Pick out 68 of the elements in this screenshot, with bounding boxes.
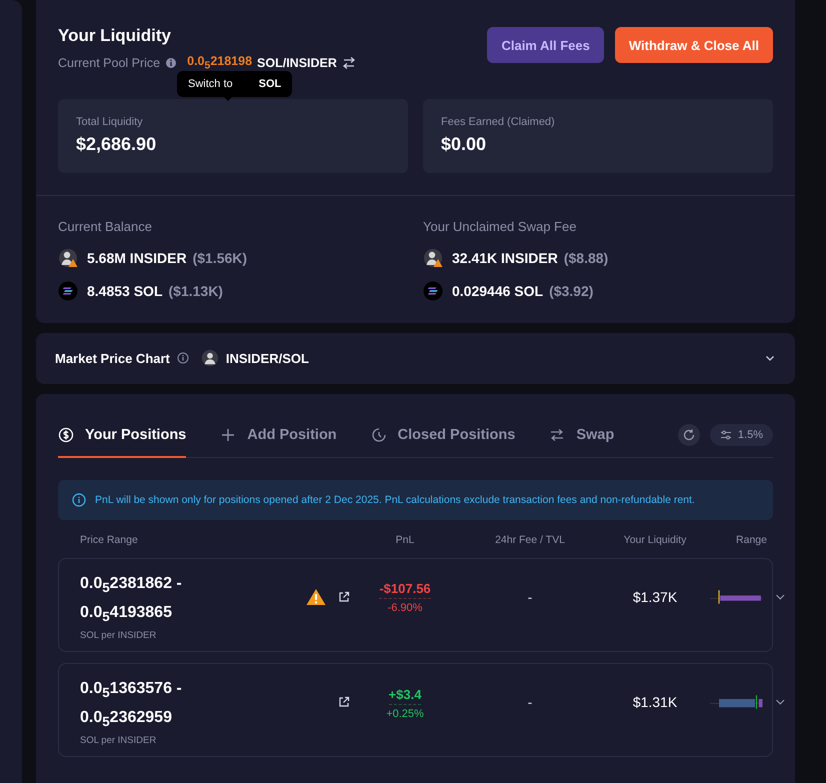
liquidity-value: $1.31K [632,694,678,712]
token-usd-value: ($1.13K) [168,282,223,298]
balance-title: Your Unclaimed Swap Fee [423,218,578,234]
tab[interactable]: Your Positions [58,414,186,458]
info-icon [72,492,86,506]
pool-price-pair: SOL/INSIDER [257,56,337,70]
token-avatar-icon [200,349,219,367]
tab[interactable]: Closed Positions [370,414,516,458]
external-link-icon[interactable] [338,696,350,708]
swap-icon [549,426,566,442]
stat-label: Fees Earned (Claimed) [441,116,556,128]
section-title: Your Liquidity [58,26,172,46]
withdraw-button[interactable]: Withdraw & Close All [614,27,773,63]
column-header: Price Range [80,534,139,546]
tooltip-text: Switch to [188,78,233,90]
token-usd-value: ($1.56K) [192,250,248,266]
tab[interactable]: Add Position [220,414,337,458]
claim-button[interactable]: Claim All Fees [487,27,604,63]
stat-value: $0.00 [441,134,488,154]
market-chart-title: Market Price Chart [55,350,170,366]
tab[interactable]: Swap [549,414,614,458]
pool-price-value: 0.0$_{5}$218198 [187,54,252,72]
swap-icon[interactable] [342,56,356,70]
sliders-icon [720,429,732,441]
stat-label: Total Liquidity [76,116,144,128]
sol-token-icon [58,280,78,300]
info-text: PnL will be shown only for positions opened after 2 Dec 2025. PnL calculations exclude transaction fees and non-refundable rent. [95,494,695,506]
info-icon [176,352,189,364]
column-header: Range [735,534,768,546]
token-amount: 0.029446 SOL [452,282,544,298]
refresh-button[interactable] [678,424,700,446]
token-amount: 5.68M INSIDER [87,250,187,266]
price-range-high: 0.0$_{5}$4193865 [80,602,173,626]
token-avatar-icon [423,248,443,268]
column-header: 24hr Fee / TVL [494,534,566,546]
plus-icon [220,426,236,442]
stat-value: $2,686.90 [76,134,158,154]
column-header: PnL [394,534,416,546]
token-amount: 32.41K INSIDER [452,250,558,266]
column-header: Your Liquidity [622,534,688,546]
fee-tvl-value: - [526,694,534,712]
sol-token-icon [423,280,443,300]
liquidity-value: $1.37K [632,588,678,607]
market-pair: INSIDER/SOL [226,350,309,366]
pnl-value: -$107.56 [379,581,431,600]
slippage-button[interactable]: 1.5% [710,424,773,446]
token-avatar-icon [58,248,78,268]
pool-price-label: Current Pool Price [58,56,160,70]
pnl-percent: +0.25% [386,708,424,720]
token-usd-value: ($3.92) [549,282,594,298]
price-unit: SOL per INSIDER [80,630,158,641]
balance-title: Current Balance [58,218,153,234]
pnl-percent: -6.90% [388,602,422,614]
price-unit: SOL per INSIDER [80,735,158,746]
fee-tvl-value: - [526,588,534,607]
price-range-high: 0.0$_{5}$2362959 [80,708,173,732]
token-amount: 8.4853 SOL [87,282,162,298]
token-usd-value: ($8.88) [564,250,608,266]
dollar-icon [58,426,74,442]
info-icon [165,56,178,69]
tooltip-token: SOL [258,78,282,90]
price-range-low: 0.0$_{5}$1363576 - [80,678,183,702]
pnl-value: +$3.4 [388,686,422,705]
external-link-icon[interactable] [338,590,350,603]
market-chart-header[interactable]: Market Price Chart INSIDER/SOL [36,332,795,384]
price-range-low: 0.0$_{5}$2381862 - [80,574,183,597]
clock-icon [370,426,387,442]
refresh-icon [682,428,696,442]
